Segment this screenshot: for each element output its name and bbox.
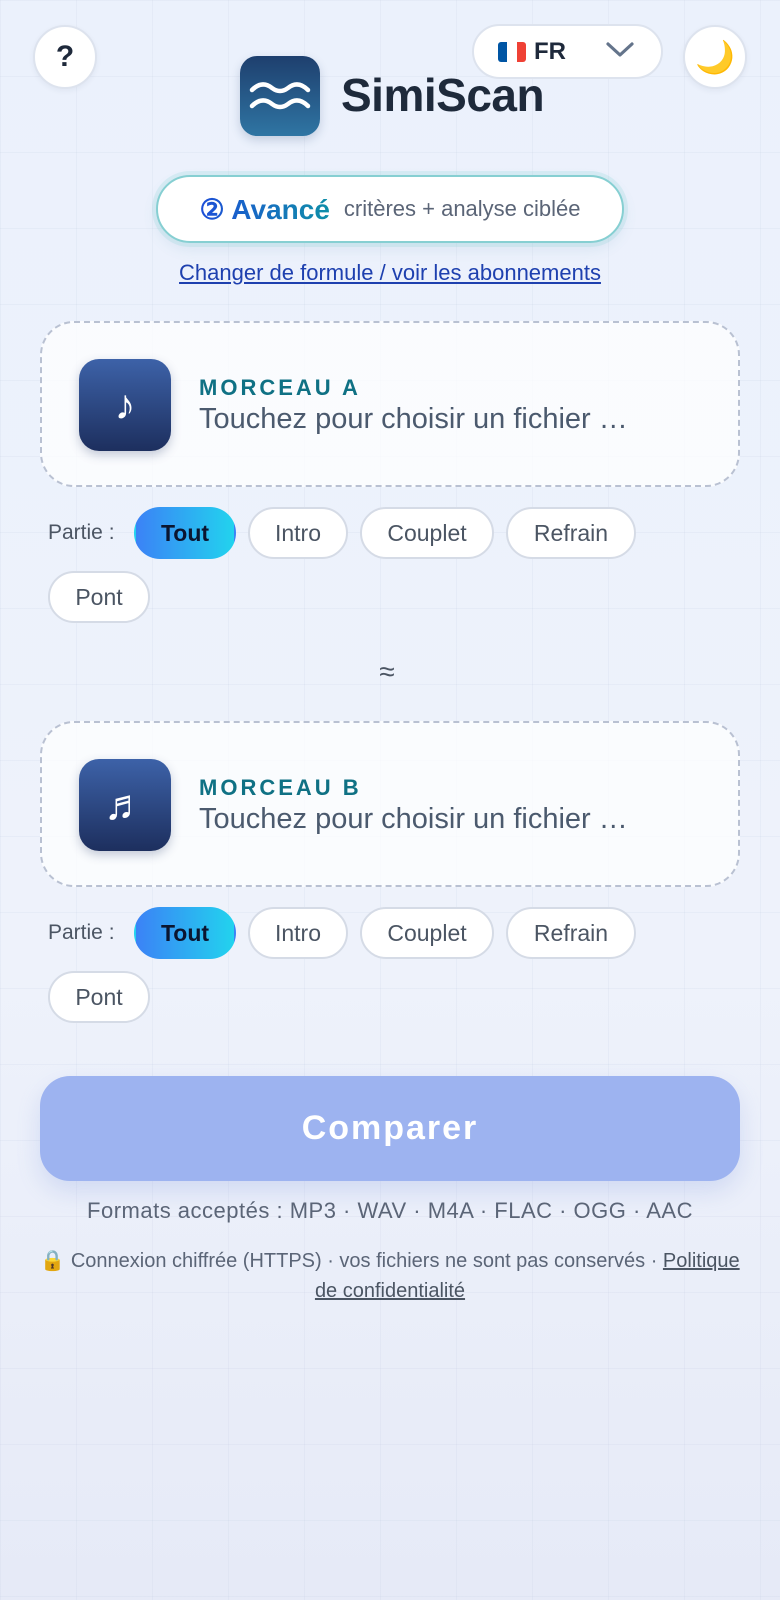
change-plan-link[interactable]: Changer de formule / voir les abonnement… bbox=[0, 260, 780, 286]
help-label: ? bbox=[55, 40, 75, 73]
theme-toggle-button[interactable]: 🌙 bbox=[683, 25, 747, 89]
part-chip-refrain[interactable]: Refrain bbox=[506, 907, 636, 959]
part-chip-couplet[interactable]: Couplet bbox=[360, 907, 494, 959]
app-title: SimiScan bbox=[341, 69, 545, 121]
track-a-dropzone[interactable]: ♪ MORCEAU A Touchez pour choisir un fich… bbox=[40, 321, 740, 487]
france-flag-icon bbox=[498, 41, 526, 62]
app-logo bbox=[240, 56, 320, 136]
part-chip-intro[interactable]: Intro bbox=[248, 507, 348, 559]
music-note-icon: ♪ bbox=[79, 359, 171, 451]
security-notice: 🔒 Connexion chiffrée (HTTPS) · vos fichi… bbox=[30, 1246, 750, 1306]
music-notes-icon: ♬ bbox=[79, 759, 171, 851]
part-chip-intro[interactable]: Intro bbox=[248, 907, 348, 959]
moon-icon: 🌙 bbox=[695, 39, 735, 75]
security-text: 🔒 Connexion chiffrée (HTTPS) · vos fichi… bbox=[40, 1250, 663, 1272]
part-chip-pont[interactable]: Pont bbox=[48, 571, 150, 623]
part-chip-tout[interactable]: Tout bbox=[134, 507, 236, 559]
track-a-hint: Touchez pour choisir un fichier … bbox=[199, 403, 628, 435]
part-label: Partie : bbox=[48, 921, 115, 944]
language-code: FR bbox=[534, 37, 566, 65]
compare-button[interactable]: Comparer bbox=[40, 1076, 740, 1181]
part-chip-couplet[interactable]: Couplet bbox=[360, 507, 494, 559]
wave-logo-icon bbox=[249, 82, 311, 110]
help-button[interactable]: ? bbox=[33, 25, 97, 89]
track-b-label: MORCEAU B bbox=[199, 775, 362, 800]
track-b-dropzone[interactable]: ♬ MORCEAU B Touchez pour choisir un fich… bbox=[40, 721, 740, 887]
track-b-hint: Touchez pour choisir un fichier … bbox=[199, 803, 628, 835]
plan-badge[interactable]: ② Avancé critères + analyse ciblée bbox=[156, 175, 624, 243]
plan-description: critères + analyse ciblée bbox=[343, 196, 581, 221]
accepted-formats: Formats acceptés : MP3 · WAV · M4A · FLA… bbox=[87, 1198, 693, 1223]
part-chip-pont[interactable]: Pont bbox=[48, 971, 150, 1023]
plan-name: ② Avancé bbox=[199, 193, 330, 225]
part-chip-tout[interactable]: Tout bbox=[134, 907, 236, 959]
track-a-label: MORCEAU A bbox=[199, 375, 361, 400]
similarity-separator: ≈ bbox=[379, 656, 395, 687]
part-chip-refrain[interactable]: Refrain bbox=[506, 507, 636, 559]
part-label: Partie : bbox=[48, 521, 115, 544]
chevron-down-icon bbox=[606, 42, 634, 57]
